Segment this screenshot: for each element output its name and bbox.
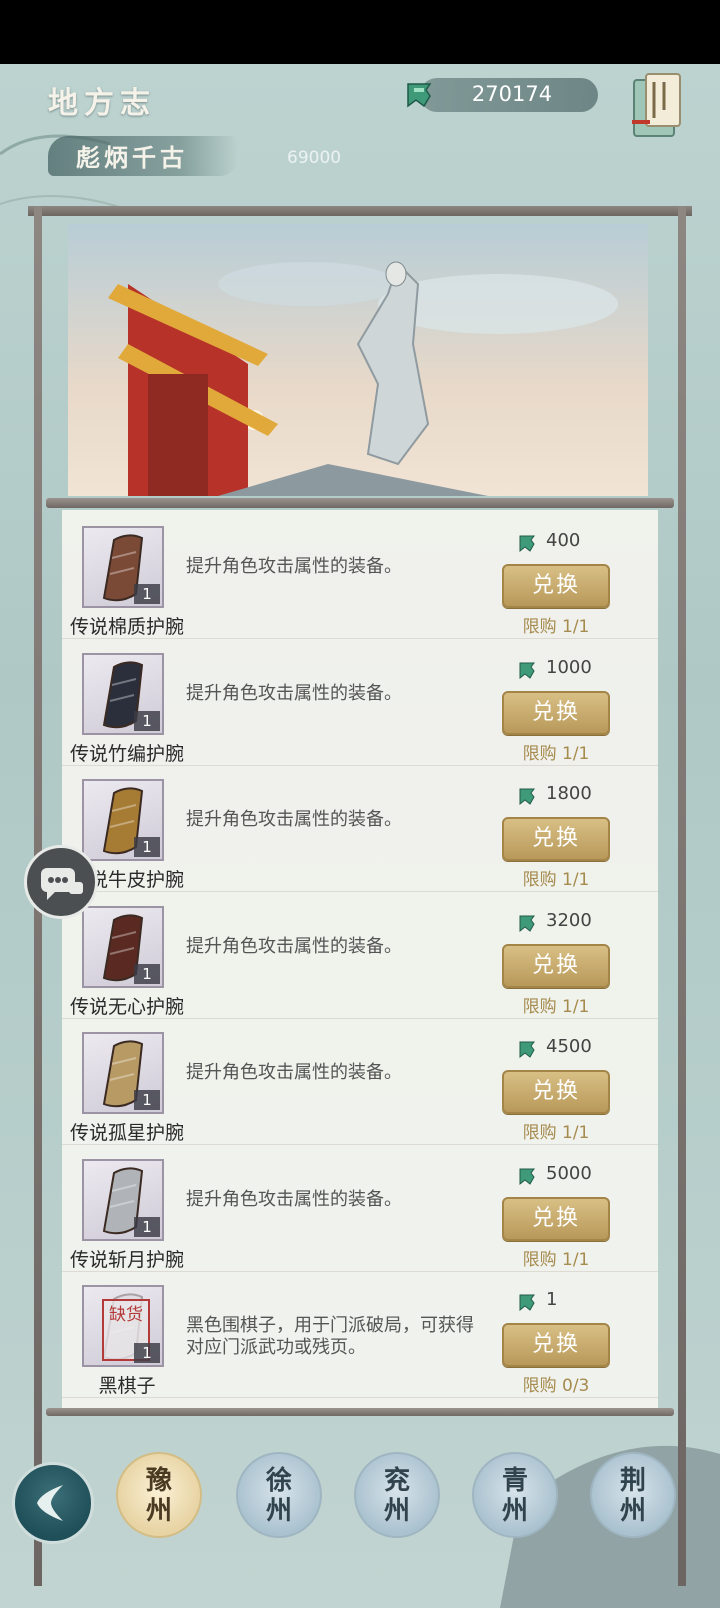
item-name: 传说棉质护腕 [69, 616, 184, 638]
jade-token-icon [402, 78, 436, 112]
price-value: 400 [546, 530, 581, 551]
item-description: 提升角色攻击属性的装备。 [186, 809, 402, 830]
exchange-button[interactable]: 兑换 [502, 817, 610, 861]
item-name: 传说竹编护腕 [69, 742, 184, 765]
currency-amount: 270174 [471, 82, 553, 106]
item-price: 1000 [516, 657, 636, 683]
chat-bubble-icon[interactable] [24, 845, 98, 919]
exchange-button[interactable]: 兑换 [502, 943, 610, 988]
item-thumbnail[interactable]: 1 [82, 652, 164, 735]
shop-item-row: 1 传说竹编护腕 提升角色攻击属性的装备。 1000 兑换 限购 1/1 [62, 639, 658, 766]
shop-item-row: 1 传说斩月护腕 提升角色攻击属性的装备。 5000 兑换 限购 1/1 [62, 1145, 658, 1272]
exchange-button[interactable]: 兑换 [502, 564, 610, 608]
scene-painting [68, 224, 648, 496]
subtitle-value: 69000 [287, 148, 342, 168]
list-bottom-rod [46, 1408, 674, 1416]
item-price: 4500 [516, 1036, 636, 1062]
purchase-limit: 限购 1/1 [522, 617, 590, 637]
item-qty: 1 [134, 1343, 160, 1363]
purchase-limit: 限购 1/1 [522, 870, 590, 890]
item-price: 3200 [516, 910, 636, 936]
item-name: 黑棋子 [98, 1375, 156, 1397]
item-price: 1800 [516, 783, 636, 809]
list-top-rod [46, 498, 674, 508]
item-thumbnail[interactable]: 1 [82, 1032, 164, 1114]
region-tab[interactable]: 豫 州 [116, 1452, 202, 1538]
item-thumbnail[interactable]: 1 [82, 905, 164, 988]
price-value: 1 [546, 1289, 558, 1310]
shop-item-row: 1 传说无心护腕 提升角色攻击属性的装备。 3200 兑换 限购 1/1 [62, 892, 658, 1019]
item-thumbnail[interactable]: 1 [82, 526, 164, 608]
item-thumbnail[interactable]: 1 [82, 1158, 164, 1241]
item-description: 提升角色攻击属性的装备。 [186, 682, 402, 704]
item-name: 传说斩月护腕 [69, 1248, 184, 1271]
shopping-scroll-icon[interactable] [628, 70, 686, 142]
region-tab[interactable]: 青 州 [472, 1452, 558, 1538]
item-qty: 1 [134, 1216, 160, 1237]
purchase-limit: 限购 0/3 [522, 1376, 590, 1396]
page-title: 地方志 [48, 86, 156, 121]
purchase-limit: 限购 1/1 [522, 1123, 590, 1143]
exchange-button[interactable]: 兑换 [502, 1196, 610, 1241]
region-tab-label: 青 州 [501, 1466, 528, 1526]
price-value: 1000 [546, 656, 592, 678]
item-qty: 1 [134, 1090, 160, 1110]
exchange-button[interactable]: 兑换 [502, 690, 610, 735]
price-value: 3200 [546, 909, 592, 931]
back-arrow-icon[interactable] [12, 1462, 94, 1544]
exchange-button[interactable]: 兑换 [502, 1323, 610, 1367]
item-thumbnail[interactable]: 缺货 1 [82, 1285, 164, 1367]
price-value: 5000 [546, 1162, 592, 1184]
region-tab-label: 徐 州 [265, 1466, 292, 1526]
purchase-limit: 限购 1/1 [522, 743, 590, 764]
region-tab-label: 荆 州 [619, 1466, 646, 1526]
jade-token-icon [519, 535, 535, 553]
item-qty: 1 [134, 710, 160, 731]
shop-item-row: 1 传说棉质护腕 提升角色攻击属性的装备。 400 兑换 限购 1/1 [62, 512, 658, 639]
item-price: 400 [516, 530, 636, 556]
purchase-limit: 限购 1/1 [522, 996, 590, 1017]
item-description: 黑色围棋子，用于门派破局，可获得对应门派武功或残页。 [186, 1315, 474, 1358]
purchase-limit: 限购 1/1 [522, 1249, 590, 1270]
item-qty: 1 [134, 837, 160, 857]
item-qty: 1 [134, 963, 160, 984]
region-tab[interactable]: 兖 州 [354, 1452, 440, 1538]
region-tab-bar: 豫 州徐 州兖 州青 州荆 州 [0, 1448, 720, 1578]
item-description: 提升角色攻击属性的装备。 [186, 1188, 402, 1210]
subtitle: 彪炳千古 [76, 143, 188, 172]
region-tab-label: 兖 州 [383, 1466, 410, 1526]
jade-token-icon [519, 1294, 535, 1312]
jade-token-icon [519, 662, 535, 679]
shop-item-row: 1 传说牛皮护腕 提升角色攻击属性的装备。 1800 兑换 限购 1/1 [62, 765, 658, 892]
jade-token-icon [519, 915, 535, 932]
item-name: 传说孤星护腕 [69, 1122, 184, 1144]
jade-token-icon [519, 788, 535, 806]
price-value: 1800 [546, 783, 592, 804]
status-bar [0, 0, 720, 64]
jade-token-icon [519, 1168, 535, 1185]
item-description: 提升角色攻击属性的装备。 [186, 556, 402, 577]
item-description: 提升角色攻击属性的装备。 [186, 1062, 402, 1083]
shop-item-row: 缺货 1 黑棋子 黑色围棋子，用于门派破局，可获得对应门派武功或残页。 1 兑换… [62, 1271, 658, 1398]
item-name: 传说无心护腕 [69, 995, 184, 1018]
item-price: 5000 [516, 1163, 636, 1189]
region-tab[interactable]: 荆 州 [590, 1452, 676, 1538]
region-tab-label: 豫 州 [145, 1466, 172, 1526]
exchange-button[interactable]: 兑换 [502, 1070, 610, 1114]
item-qty: 1 [134, 584, 160, 604]
shop-item-row: 1 传说孤星护腕 提升角色攻击属性的装备。 4500 兑换 限购 1/1 [62, 1018, 658, 1145]
item-price: 1 [516, 1289, 636, 1315]
item-description: 提升角色攻击属性的装备。 [186, 935, 402, 957]
jade-token-icon [519, 1041, 535, 1059]
region-tab[interactable]: 徐 州 [236, 1452, 322, 1538]
price-value: 4500 [546, 1036, 592, 1057]
